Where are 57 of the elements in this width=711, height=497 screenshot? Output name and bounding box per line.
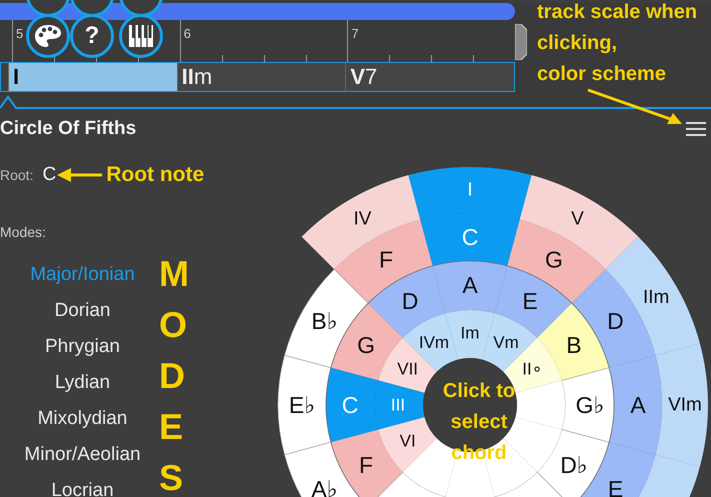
- degree-label[interactable]: Im: [460, 324, 480, 342]
- annotation-text: clicking,: [537, 31, 618, 56]
- chord-label[interactable]: A: [462, 272, 478, 298]
- help-button[interactable]: ?: [70, 14, 114, 58]
- mode-item[interactable]: Phrygian: [45, 329, 120, 365]
- mode-item[interactable]: Major/Ionian: [30, 257, 135, 293]
- chord-label[interactable]: F: [359, 452, 374, 478]
- piano-button[interactable]: [119, 14, 163, 58]
- chord-label[interactable]: F: [378, 246, 394, 272]
- degree-label[interactable]: IVm: [418, 333, 450, 352]
- chord-block[interactable]: V7: [345, 63, 514, 91]
- degree-label[interactable]: IV: [354, 208, 372, 230]
- root-label: Root:: [0, 167, 34, 183]
- annotation-text: color scheme: [537, 62, 667, 87]
- piano-keys-icon: [129, 25, 153, 47]
- modes-label: Modes:: [0, 224, 47, 240]
- annotation-text: Click to select chord: [442, 380, 516, 464]
- mode-item[interactable]: Minor/Aeolian: [24, 437, 141, 473]
- degree-label[interactable]: VII: [397, 360, 418, 378]
- chord-label[interactable]: G♭: [576, 392, 604, 418]
- bar-number: 7: [351, 27, 359, 41]
- chord-label[interactable]: G: [545, 246, 563, 272]
- degree-label[interactable]: Vm: [493, 333, 519, 352]
- chord-label[interactable]: B♭: [311, 308, 338, 334]
- palette-icon: [34, 24, 62, 48]
- chord-block[interactable]: IIm: [176, 63, 346, 91]
- panel-title: Circle Of Fifths: [0, 118, 136, 140]
- mode-item[interactable]: Lydian: [54, 365, 110, 401]
- degree-label[interactable]: V: [571, 208, 584, 230]
- annotation-text: track scale when: [537, 0, 698, 25]
- chord-label[interactable]: E♭: [288, 392, 316, 418]
- root-value[interactable]: C: [42, 164, 56, 186]
- annotation-text: MODES: [159, 252, 190, 497]
- menu-icon[interactable]: [685, 120, 707, 136]
- chord-label[interactable]: E: [522, 288, 538, 314]
- chord-label[interactable]: B: [566, 332, 582, 358]
- chord-label[interactable]: E: [608, 476, 624, 497]
- chord-label[interactable]: D♭: [560, 452, 588, 478]
- mode-item[interactable]: Mixolydian: [38, 401, 128, 437]
- degree-label[interactable]: VI: [400, 432, 416, 450]
- chord-label[interactable]: A♭: [311, 476, 338, 497]
- degree-label[interactable]: VIm: [668, 394, 702, 416]
- mode-item[interactable]: Dorian: [54, 293, 110, 329]
- chord-label[interactable]: A: [630, 392, 646, 418]
- mode-item[interactable]: Locrian: [51, 473, 114, 497]
- chord-block[interactable]: I: [8, 63, 177, 91]
- annotation-arrow: [56, 167, 102, 183]
- bar-number: 5: [16, 27, 24, 41]
- chord-label[interactable]: G: [357, 332, 376, 358]
- degree-label[interactable]: II∘: [522, 360, 542, 378]
- bar-number: 6: [184, 27, 191, 41]
- circle-of-fifths-drawing[interactable]: [278, 167, 708, 497]
- degree-label[interactable]: IIm: [643, 287, 670, 308]
- chord-label[interactable]: D: [607, 308, 624, 334]
- annotation-text: Root note: [106, 163, 204, 187]
- color-scheme-button[interactable]: [26, 14, 70, 58]
- chord-label[interactable]: D: [402, 288, 418, 314]
